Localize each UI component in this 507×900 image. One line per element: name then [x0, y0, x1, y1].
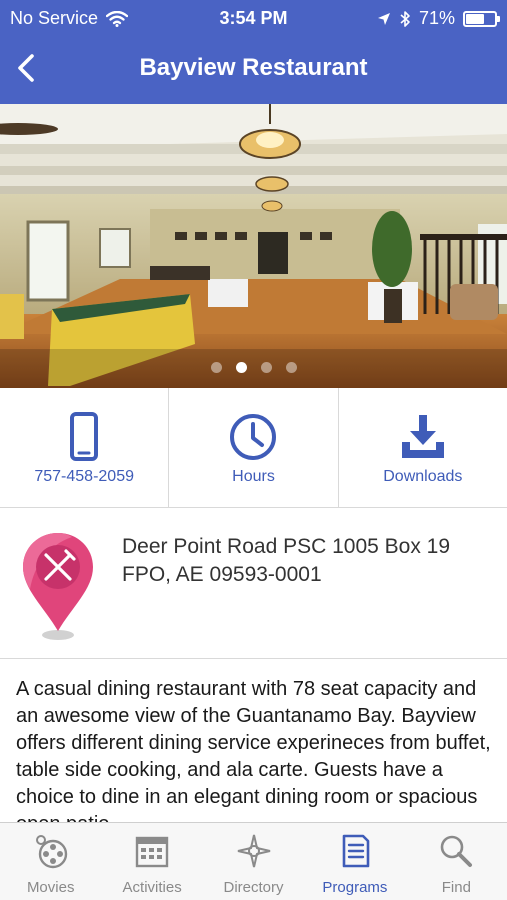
tab-bar: Movies Activities Directory Programs Fin…: [0, 822, 507, 900]
gallery-page-indicator: [0, 362, 507, 373]
calendar-icon: [135, 836, 169, 868]
download-icon: [401, 415, 444, 458]
location-arrow-icon: [377, 12, 390, 25]
nav-bar: Bayview Restaurant: [0, 40, 507, 96]
address-line-1: Deer Point Road PSC 1005 Box 19: [122, 535, 451, 558]
tab-programs[interactable]: Programs: [304, 823, 405, 900]
status-right: 71%: [377, 8, 500, 29]
bluetooth-icon: [400, 10, 410, 27]
search-icon: [441, 835, 473, 867]
tab-movies-label: Movies: [26, 879, 75, 896]
description-text: A casual dining restaurant with 78 seat …: [16, 678, 491, 822]
battery-icon: [463, 10, 500, 27]
phone-icon: [70, 412, 99, 461]
tab-activities[interactable]: Activities: [101, 823, 202, 900]
tab-movies[interactable]: Movies: [0, 823, 101, 900]
gallery-dot-4[interactable]: [285, 362, 297, 373]
battery-percent: 71%: [418, 8, 455, 28]
battery-level: [466, 13, 484, 24]
hours-button[interactable]: Hours: [169, 388, 339, 507]
tab-activities-label: Activities: [122, 879, 182, 896]
film-reel-icon: [35, 835, 67, 869]
gallery-dot-1[interactable]: [210, 362, 222, 373]
restaurant-interior-photo: [0, 104, 507, 388]
action-row: 757-458-2059 Hours Downloads: [0, 388, 507, 508]
compass-icon: [237, 834, 270, 868]
downloads-button[interactable]: Downloads: [339, 388, 507, 507]
status-bar: No Service 3:54 PM 71%: [0, 0, 507, 36]
call-button[interactable]: 757-458-2059: [0, 388, 170, 507]
phone-number-label: 757-458-2059: [34, 468, 134, 485]
tab-directory[interactable]: Directory: [203, 823, 304, 900]
restaurant-map-pin-icon[interactable]: [20, 531, 96, 643]
tab-programs-label: Programs: [322, 879, 388, 896]
document-icon: [342, 834, 370, 868]
photo-gallery[interactable]: [0, 104, 507, 388]
gallery-dot-2[interactable]: [235, 362, 247, 373]
header: No Service 3:54 PM 71% Bayview Restauran…: [0, 0, 507, 104]
page-title: Bayview Restaurant: [139, 54, 368, 81]
downloads-label: Downloads: [383, 468, 463, 485]
address-text: Deer Point Road PSC 1005 Box 19 FPO, AE …: [122, 533, 492, 589]
tab-find-label: Find: [441, 879, 471, 896]
tab-directory-label: Directory: [223, 879, 284, 896]
gallery-dot-3[interactable]: [260, 362, 272, 373]
tab-find[interactable]: Find: [406, 823, 507, 900]
address-line-2: FPO, AE 09593-0001: [122, 563, 322, 586]
hours-label: Hours: [232, 468, 275, 485]
address-row[interactable]: Deer Point Road PSC 1005 Box 19 FPO, AE …: [0, 509, 507, 659]
clock-icon: [230, 414, 277, 460]
